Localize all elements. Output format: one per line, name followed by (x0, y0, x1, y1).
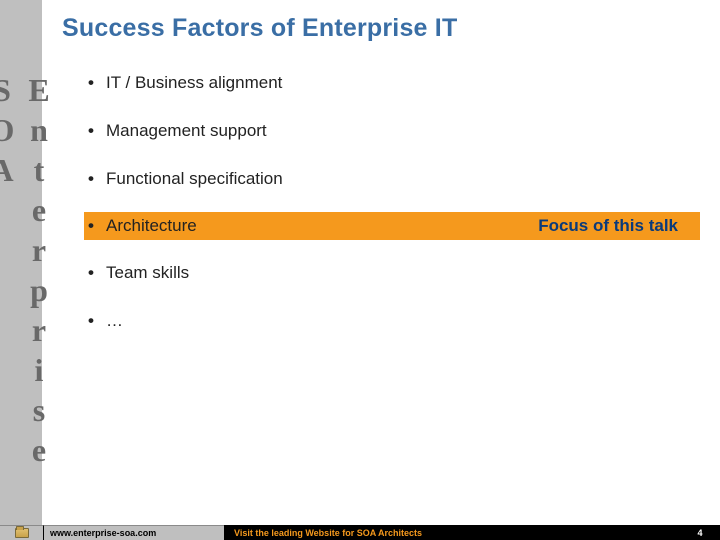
footer-icon-cell (0, 525, 44, 540)
bullet-text: Management support (106, 121, 267, 141)
focus-label: Focus of this talk (538, 216, 678, 236)
bullet-dot-icon: • (88, 263, 106, 283)
bullet-dot-icon: • (88, 73, 106, 93)
bullet-dot-icon: • (88, 311, 106, 331)
slide: Enterprise SOA Success Factors of Enterp… (0, 0, 720, 540)
bullet-item-highlight: • Architecture Focus of this talk (84, 212, 700, 240)
bullet-text: Functional specification (106, 169, 283, 189)
bullet-item: • Management support (88, 116, 700, 146)
slide-title: Success Factors of Enterprise IT (62, 14, 457, 43)
side-brand-text: Enterprise SOA (0, 72, 57, 492)
side-brand: Enterprise SOA (0, 72, 40, 492)
bullet-dot-icon: • (88, 216, 106, 236)
footer: www.enterprise-soa.com Visit the leading… (0, 525, 720, 540)
bullet-dot-icon: • (88, 169, 106, 189)
bullet-text: IT / Business alignment (106, 73, 282, 93)
bullet-item: • IT / Business alignment (88, 68, 700, 98)
footer-url: www.enterprise-soa.com (44, 525, 224, 540)
bullet-text: Architecture (106, 216, 197, 236)
bullet-list: • IT / Business alignment • Management s… (88, 68, 700, 354)
folder-icon (15, 528, 29, 538)
bullet-item: • Team skills (88, 258, 700, 288)
footer-page-number: 4 (680, 525, 720, 540)
bullet-item: • Functional specification (88, 164, 700, 194)
footer-visit: Visit the leading Website for SOA Archit… (224, 525, 680, 540)
bullet-dot-icon: • (88, 121, 106, 141)
bullet-item: • … (88, 306, 700, 336)
bullet-text: Team skills (106, 263, 189, 283)
bullet-text: … (106, 311, 123, 331)
